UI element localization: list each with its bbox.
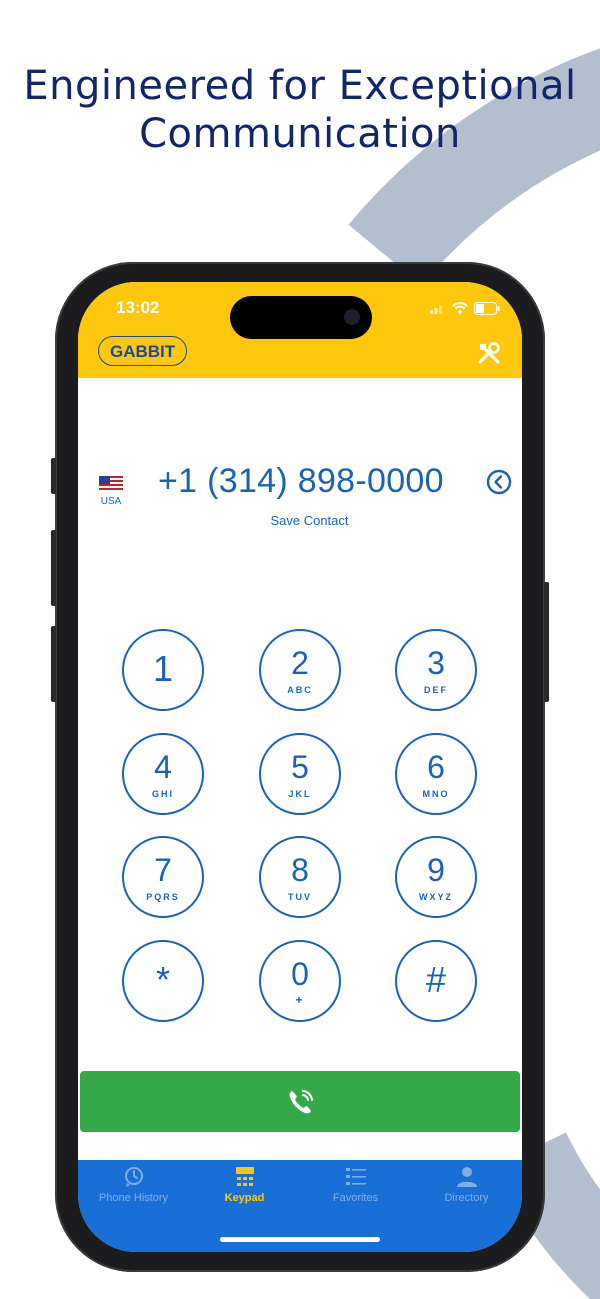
- phone-screen: 13:02 GABBIT USA +1 (314) 898-0000 Save …: [78, 282, 522, 1252]
- key-digit: 3: [427, 645, 445, 681]
- key-6[interactable]: 6 MNO: [395, 733, 477, 815]
- key-hash[interactable]: #: [395, 940, 477, 1022]
- key-letters: TUV: [288, 892, 312, 902]
- key-letters: MNO: [422, 789, 450, 799]
- key-digit: 7: [154, 852, 172, 888]
- side-button: [51, 530, 56, 606]
- camera-icon: [344, 309, 360, 325]
- key-2[interactable]: 2 ABC: [259, 629, 341, 711]
- country-label: USA: [100, 496, 122, 507]
- tab-phone-history[interactable]: Phone History: [78, 1166, 189, 1204]
- key-digit: 2: [291, 645, 309, 681]
- wifi-icon: [452, 302, 468, 314]
- country-selector[interactable]: USA: [96, 476, 126, 507]
- tab-label: Favorites: [332, 1192, 379, 1204]
- key-letters: +: [295, 993, 305, 1007]
- tab-label: Keypad: [224, 1192, 265, 1204]
- key-9[interactable]: 9 WXYZ: [395, 836, 477, 918]
- key-letters: WXYZ: [419, 892, 453, 902]
- key-digit: 4: [154, 749, 172, 785]
- tab-keypad[interactable]: Keypad: [189, 1166, 300, 1204]
- headline-line-2: Communication: [139, 111, 461, 157]
- key-digit: 1: [152, 648, 174, 689]
- key-1[interactable]: 1: [122, 629, 204, 711]
- side-button: [51, 626, 56, 702]
- home-indicator: [220, 1237, 380, 1242]
- key-letters: DEF: [424, 685, 448, 695]
- key-letters: ABC: [287, 685, 313, 695]
- key-4[interactable]: 4 GHI: [122, 733, 204, 815]
- key-letters: JKL: [288, 789, 312, 799]
- key-digit: 8: [291, 852, 309, 888]
- battery-icon: [474, 301, 500, 315]
- brand-logo: GABBIT: [98, 336, 188, 366]
- tab-bar: Phone History Keypad Favorites Directory: [78, 1160, 522, 1252]
- key-8[interactable]: 8 TUV: [259, 836, 341, 918]
- key-7[interactable]: 7 PQRS: [122, 836, 204, 918]
- marketing-headline: Engineered for Exceptional Communication: [0, 62, 600, 158]
- app-header: 13:02 GABBIT: [78, 282, 522, 378]
- key-digit: *: [155, 959, 170, 1000]
- key-0[interactable]: 0 +: [259, 940, 341, 1022]
- headline-line-1: Engineered for Exceptional: [23, 63, 577, 109]
- person-icon: [456, 1167, 477, 1187]
- key-digit: #: [425, 959, 447, 1000]
- tools-icon[interactable]: [476, 340, 502, 366]
- us-flag-icon: [99, 476, 123, 492]
- save-contact-link[interactable]: Save Contact: [78, 513, 522, 528]
- key-5[interactable]: 5 JKL: [259, 733, 341, 815]
- tab-favorites[interactable]: Favorites: [300, 1166, 411, 1204]
- key-digit: 6: [427, 749, 445, 785]
- tab-directory[interactable]: Directory: [411, 1166, 522, 1204]
- key-3[interactable]: 3 DEF: [395, 629, 477, 711]
- tab-label: Directory: [444, 1192, 489, 1204]
- status-time: 13:02: [116, 298, 160, 317]
- key-digit: 5: [291, 749, 309, 785]
- dynamic-island: [230, 296, 372, 339]
- keypad-icon: [235, 1167, 254, 1186]
- call-button[interactable]: [80, 1071, 520, 1132]
- tab-label: Phone History: [98, 1192, 169, 1204]
- key-digit: 9: [427, 852, 445, 888]
- key-letters: PQRS: [146, 892, 180, 902]
- key-letters: GHI: [151, 789, 174, 799]
- phone-call-icon: [289, 1090, 313, 1114]
- backspace-icon[interactable]: [485, 468, 513, 496]
- dialed-number: +1 (314) 898-0000: [158, 462, 444, 500]
- signal-icon: [430, 305, 442, 314]
- status-icons: [430, 300, 500, 316]
- history-icon: [124, 1167, 143, 1187]
- favorites-list-icon: [345, 1168, 366, 1185]
- side-button: [544, 582, 549, 702]
- side-button: [51, 458, 56, 494]
- key-star[interactable]: *: [122, 940, 204, 1022]
- key-digit: 0: [291, 956, 309, 992]
